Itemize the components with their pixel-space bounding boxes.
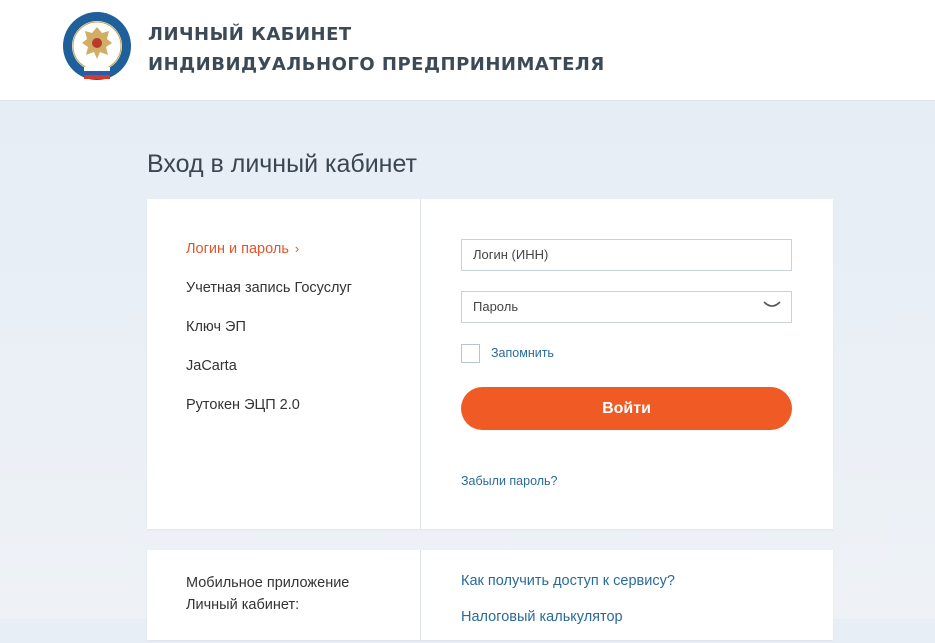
info-divider [420,550,421,640]
method-label: JaCarta [186,358,237,374]
login-methods: Логин и пароль › Учетная запись Госуслуг … [186,239,352,434]
method-login-password[interactable]: Логин и пароль › [186,239,352,278]
method-label: Учетная запись Госуслуг [186,280,352,296]
card-divider [420,199,421,529]
login-submit-button[interactable]: Войти [461,387,792,430]
header: ЛИЧНЫЙ КАБИНЕТ ИНДИВИДУАЛЬНОГО ПРЕДПРИНИ… [0,0,935,101]
brand-line-2: ИНДИВИДУАЛЬНОГО ПРЕДПРИНИМАТЕЛЯ [148,54,605,75]
chevron-right-icon: › [294,241,300,256]
method-label: Логин и пароль [186,241,289,257]
method-ep-key[interactable]: Ключ ЭП [186,317,352,356]
info-card: Мобильное приложение Личный кабинет: Как… [147,550,833,640]
mobile-app-line-1: Мобильное приложение [186,575,350,591]
method-label: Рутокен ЭЦП 2.0 [186,397,300,413]
login-placeholder: Логин (ИНН) [473,247,549,262]
mobile-app-line-2: Личный кабинет: [186,597,300,613]
eye-closed-icon[interactable] [763,300,781,310]
method-label: Ключ ЭП [186,319,246,335]
tax-calculator-link[interactable]: Налоговый калькулятор [461,607,675,627]
page-title: Вход в личный кабинет [147,150,417,178]
brand-line-1: ЛИЧНЫЙ КАБИНЕТ [148,24,352,45]
password-input[interactable]: Пароль [461,291,792,323]
remember-checkbox[interactable] [461,344,480,363]
method-jacarta[interactable]: JaCarta [186,356,352,395]
login-card: Логин и пароль › Учетная запись Госуслуг … [147,199,833,529]
method-gosuslugi[interactable]: Учетная запись Госуслуг [186,278,352,317]
mobile-app-text: Мобильное приложение Личный кабинет: [186,572,349,616]
login-input[interactable]: Логин (ИНН) [461,239,792,271]
method-rutoken[interactable]: Рутокен ЭЦП 2.0 [186,395,352,434]
password-placeholder: Пароль [473,299,519,314]
access-help-link[interactable]: Как получить доступ к сервису? [461,571,675,591]
brand-title: ЛИЧНЫЙ КАБИНЕТ ИНДИВИДУАЛЬНОГО ПРЕДПРИНИ… [148,20,605,80]
remember-label[interactable]: Запомнить [491,346,554,360]
forgot-password-link[interactable]: Забыли пароль? [461,474,558,488]
info-links: Как получить доступ к сервису? Налоговый… [461,571,675,643]
fns-logo[interactable] [62,11,132,81]
